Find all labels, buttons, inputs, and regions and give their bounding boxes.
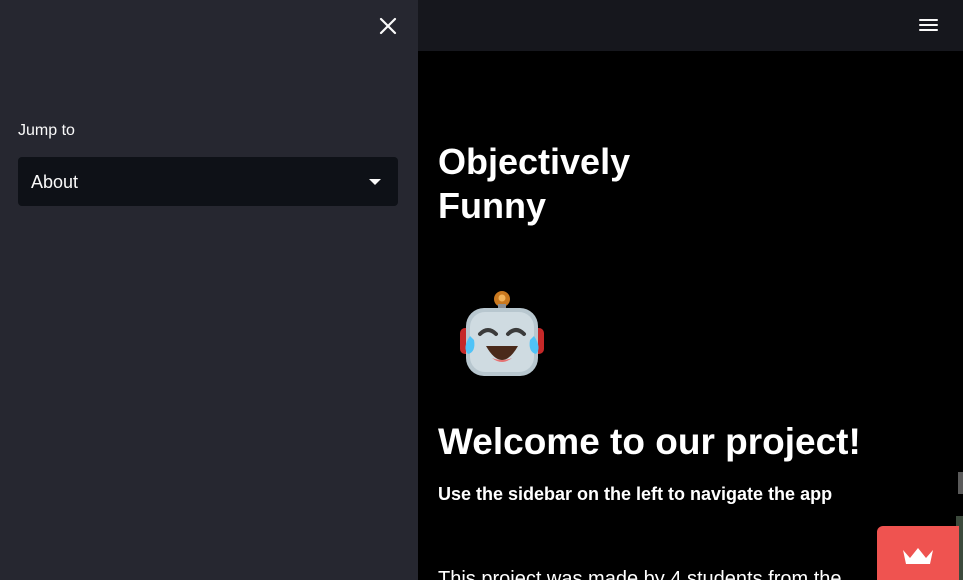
subtitle: Use the sidebar on the left to navigate … xyxy=(438,484,833,504)
main-content: Objectively Funny Welcome to our project… xyxy=(418,0,963,580)
app-header xyxy=(418,0,963,51)
crown-icon xyxy=(903,548,933,564)
close-icon xyxy=(379,17,397,35)
streamlit-badge[interactable] xyxy=(877,526,959,580)
page-select-value: About xyxy=(31,172,79,192)
page-select[interactable]: About xyxy=(18,157,398,206)
edge-fragment xyxy=(958,472,963,494)
close-sidebar-button[interactable] xyxy=(374,12,402,40)
jump-to-label: Jump to xyxy=(18,122,75,139)
caret-down-icon xyxy=(369,179,381,185)
project-description: This project was made by 4 students from… xyxy=(438,568,842,580)
sidebar: Jump to About xyxy=(0,0,418,580)
welcome-heading: Welcome to our project! xyxy=(438,421,861,462)
robot-tears-of-joy-icon xyxy=(460,291,544,376)
page-title: Objectively Funny xyxy=(438,141,631,226)
app-root: Jump to About Objectively Funny Welcome … xyxy=(0,0,963,580)
hamburger-menu-icon[interactable] xyxy=(918,16,940,34)
